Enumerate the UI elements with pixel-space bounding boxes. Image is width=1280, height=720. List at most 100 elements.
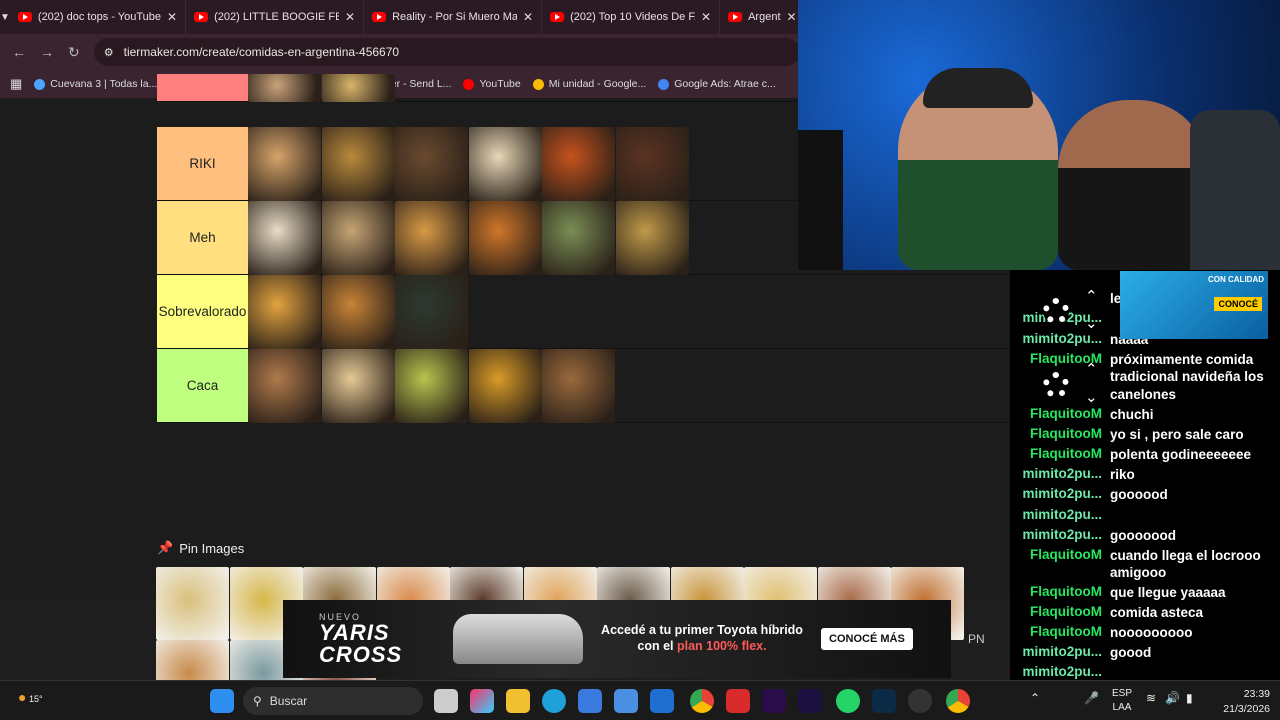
close-tab-icon[interactable]: ✕ <box>787 10 797 24</box>
ad-cta-button[interactable]: CONOCÉ MÁS <box>821 628 913 650</box>
food-image[interactable] <box>395 201 468 275</box>
clock[interactable]: 23:39 21/3/2026 <box>1210 687 1270 716</box>
file-explorer-icon[interactable] <box>506 689 530 713</box>
whatsapp-icon[interactable] <box>836 689 860 713</box>
chat-username[interactable]: FlaquitooM <box>1010 604 1110 621</box>
outlook-icon[interactable] <box>650 689 674 713</box>
chat-username[interactable]: mimito2pu... <box>1010 507 1110 522</box>
chat-message: FlaquitooM comida asteca <box>1010 604 1280 621</box>
food-image[interactable] <box>248 201 321 275</box>
microphone-icon[interactable]: 🎤 <box>1084 691 1099 705</box>
chat-username[interactable]: mimito2pu... <box>1010 644 1110 661</box>
apps-grid-icon[interactable]: ▦ <box>10 76 22 92</box>
chevron-down-icon[interactable]: ⌄ <box>1085 388 1098 406</box>
food-image[interactable] <box>321 349 395 423</box>
close-tab-icon[interactable]: ✕ <box>523 10 533 24</box>
food-image[interactable] <box>321 127 395 201</box>
chat-username[interactable]: mimito2pu... <box>1010 527 1110 544</box>
chevron-up-icon[interactable]: ⌃ <box>1085 287 1098 305</box>
close-tab-icon[interactable]: ✕ <box>167 10 177 24</box>
task-view-icon[interactable] <box>434 689 458 713</box>
food-image[interactable] <box>542 349 615 423</box>
tier-label[interactable]: Meh <box>157 201 248 274</box>
close-tab-icon[interactable]: ✕ <box>345 10 355 24</box>
tier-label[interactable]: Sobrevalorado <box>157 275 248 348</box>
chrome-icon[interactable] <box>690 689 714 713</box>
chat-username[interactable]: FlaquitooM <box>1010 547 1110 582</box>
system-tray-chevron-icon[interactable]: ⌃ <box>1030 691 1040 705</box>
chat-username[interactable]: FlaquitooM <box>1010 426 1110 443</box>
after-effects-icon[interactable] <box>798 689 822 713</box>
chat-username[interactable]: FlaquitooM <box>1010 624 1110 641</box>
url-input[interactable]: ⚙ tiermaker.com/create/comidas-en-argent… <box>93 38 800 66</box>
browser-tab[interactable]: (202) doc tops - YouTube ✕ <box>10 0 187 34</box>
food-image[interactable] <box>156 567 229 640</box>
food-image[interactable] <box>248 349 321 423</box>
tier-label[interactable] <box>157 74 248 101</box>
forward-arrow-icon[interactable]: → <box>40 44 54 60</box>
browser-tab[interactable]: (202) LITTLE BOOGIE FEAT.✕ <box>186 0 365 34</box>
food-image[interactable] <box>248 275 321 349</box>
food-image[interactable] <box>615 127 689 201</box>
food-image[interactable] <box>468 201 542 275</box>
settings-gear-icon[interactable] <box>1043 298 1069 324</box>
food-image[interactable] <box>615 201 689 275</box>
chat-username[interactable]: mimito2pu... <box>1010 486 1110 503</box>
copilot-icon[interactable] <box>470 689 494 713</box>
browser-tab[interactable]: Reality - Por Si Muero Mañ ✕ <box>364 0 543 34</box>
tab-search-chevron-icon[interactable]: ▼ <box>0 0 10 34</box>
food-image[interactable] <box>468 349 542 423</box>
bookmark-item[interactable]: Cuevana 3 | Todas la... <box>34 78 157 90</box>
tier-label[interactable]: Caca <box>157 349 248 422</box>
edge-icon[interactable] <box>542 689 566 713</box>
food-image[interactable] <box>248 74 321 102</box>
chat-message: mimito2pu... <box>1010 507 1280 522</box>
chevron-up-icon[interactable]: ⌃ <box>1085 360 1098 378</box>
chat-username[interactable]: mimito2pu... <box>1010 331 1110 348</box>
chrome-icon[interactable] <box>946 689 970 713</box>
chat-overlay-ad[interactable]: CON CALIDAD CONOCÉ <box>1120 271 1268 339</box>
food-image[interactable] <box>468 127 542 201</box>
obs-icon[interactable] <box>908 689 932 713</box>
food-image[interactable] <box>248 127 321 201</box>
browser-tab[interactable]: (202) Top 10 Videos De FA ✕ <box>542 0 721 34</box>
chat-username[interactable]: FlaquitooM <box>1010 446 1110 463</box>
battery-icon[interactable]: ▮ <box>1186 691 1193 705</box>
toyota-ad-banner[interactable]: NUEVO YARIS CROSS Accedé a tu primer Toy… <box>283 600 951 678</box>
windows-start-icon[interactable] <box>210 689 234 713</box>
chat-username[interactable]: mimito2pu... <box>1010 664 1110 679</box>
back-arrow-icon[interactable]: ← <box>12 44 26 60</box>
food-image[interactable] <box>395 127 468 201</box>
food-image[interactable] <box>321 201 395 275</box>
lasso-app-icon[interactable] <box>726 689 750 713</box>
taskbar-search[interactable]: ⚲ Buscar <box>243 687 423 715</box>
chat-username[interactable]: FlaquitooM <box>1010 406 1110 423</box>
store-icon[interactable] <box>578 689 602 713</box>
tier-label[interactable]: RIKI <box>157 127 248 200</box>
pen-app-icon[interactable] <box>614 689 638 713</box>
photoshop-icon[interactable] <box>872 689 896 713</box>
reload-icon[interactable]: ↻ <box>68 44 80 61</box>
chevron-down-icon[interactable]: ⌄ <box>1085 314 1098 332</box>
site-info-icon[interactable]: ⚙ <box>104 46 114 59</box>
chat-username[interactable]: FlaquitooM <box>1010 584 1110 601</box>
settings-gear-icon[interactable] <box>1043 372 1069 398</box>
wifi-icon[interactable]: ≋ <box>1146 691 1156 705</box>
food-image[interactable] <box>395 275 468 349</box>
close-tab-icon[interactable]: ✕ <box>701 10 711 24</box>
food-image[interactable] <box>321 74 395 102</box>
language-indicator[interactable]: ESP LAA <box>1112 687 1132 715</box>
food-image[interactable] <box>395 349 468 423</box>
food-image[interactable] <box>321 275 395 349</box>
youtube-icon <box>372 12 387 22</box>
browser-tab[interactable]: Argent ✕ <box>720 0 806 34</box>
volume-icon[interactable]: 🔊 <box>1165 691 1180 705</box>
chat-username[interactable]: mimito2pu... <box>1010 466 1110 483</box>
premiere-icon[interactable] <box>762 689 786 713</box>
chat-message: FlaquitooM yo si , pero sale caro <box>1010 426 1280 443</box>
chat-text: nooooooooo <box>1110 625 1193 640</box>
food-image[interactable] <box>542 201 615 275</box>
search-icon: ⚲ <box>253 694 262 708</box>
weather-widget[interactable]: ● 15° <box>18 689 43 705</box>
food-image[interactable] <box>542 127 615 201</box>
